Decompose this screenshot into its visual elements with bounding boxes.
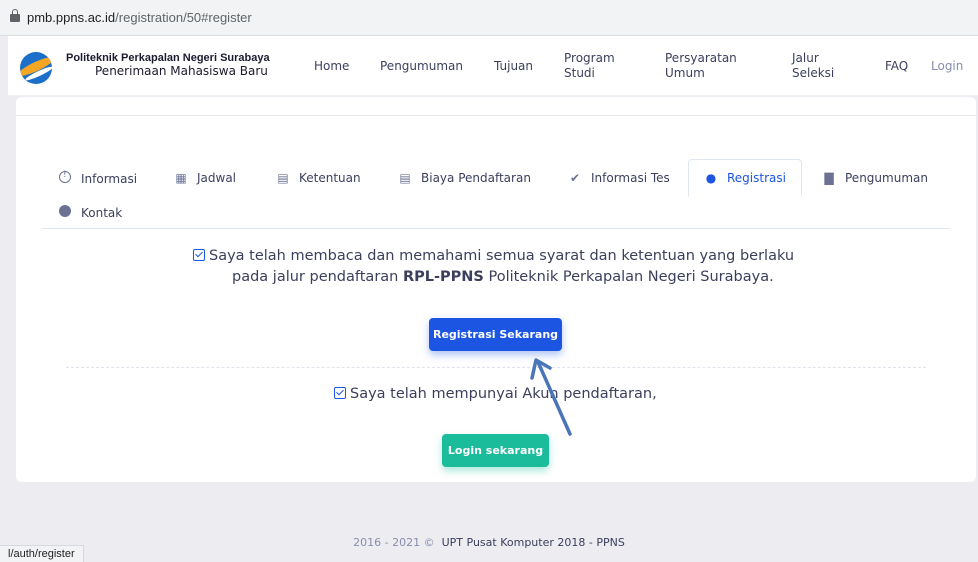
nav-persyaratan-umum[interactable]: Persyaratan Umum xyxy=(665,51,737,81)
document-icon: ▤ xyxy=(277,171,289,185)
divider xyxy=(16,115,976,116)
nav-pengumuman[interactable]: Pengumuman xyxy=(380,59,463,74)
nav-tujuan[interactable]: Tujuan xyxy=(494,59,533,74)
brand-title[interactable]: Politeknik Perkapalan Negeri Surabaya Pe… xyxy=(66,52,270,78)
calendar-icon: ▦ xyxy=(175,171,187,185)
tab-ketentuan[interactable]: ▤ Ketentuan xyxy=(276,171,360,185)
check-icon: ✔ xyxy=(569,171,581,185)
registrasi-sekarang-button[interactable]: Registrasi Sekarang xyxy=(429,318,562,351)
tab-kontak[interactable]: Kontak xyxy=(58,205,122,220)
info-circle-icon xyxy=(58,170,72,186)
terms-checkbox[interactable] xyxy=(193,249,205,261)
lock-icon xyxy=(10,9,20,23)
user-icon: ● xyxy=(705,171,717,185)
nav-faq[interactable]: FAQ xyxy=(885,59,908,74)
section-divider xyxy=(66,367,926,368)
browser-status-bar: l/auth/register xyxy=(0,545,84,562)
terms-statement: Saya telah membaca dan memahami semua sy… xyxy=(193,248,794,264)
nav-home[interactable]: Home xyxy=(314,59,349,74)
brand-title-line2: Penerimaan Mahasiswa Baru xyxy=(95,64,268,78)
account-statement: Saya telah mempunyai Akun pendaftaran, xyxy=(334,386,657,402)
ppns-logo[interactable] xyxy=(20,52,52,84)
receipt-icon: ▤ xyxy=(399,171,411,185)
account-checkbox[interactable] xyxy=(334,387,346,399)
nav-program-studi[interactable]: Program Studi xyxy=(564,51,615,81)
tabs-underline xyxy=(42,228,950,229)
nav-login[interactable]: Login xyxy=(931,59,963,74)
nav-jalur-seleksi[interactable]: Jalur Seleksi xyxy=(792,51,834,81)
login-sekarang-button[interactable]: Login sekarang xyxy=(442,434,549,467)
annotation-arrow-icon xyxy=(530,358,572,436)
browser-url-bar[interactable]: pmb.ppns.ac.id/registration/50#register xyxy=(0,0,978,36)
tab-pengumuman[interactable]: ▇ Pengumuman xyxy=(822,171,928,185)
site-header: Politeknik Perkapalan Negeri Surabaya Pe… xyxy=(8,36,978,96)
registration-card: Informasi ▦ Jadwal ▤ Ketentuan ▤ Biaya P… xyxy=(16,96,976,482)
tab-informasi-tes[interactable]: ✔ Informasi Tes xyxy=(568,171,670,185)
tab-jadwal[interactable]: ▦ Jadwal xyxy=(174,171,236,185)
brand-title-line1: Politeknik Perkapalan Negeri Surabaya xyxy=(66,52,270,64)
file-icon: ▇ xyxy=(824,171,834,185)
tab-registrasi[interactable]: ● Registrasi xyxy=(688,159,802,197)
url-text[interactable]: pmb.ppns.ac.id/registration/50#register xyxy=(27,10,252,25)
footer: 2016 - 2021 © UPT Pusat Komputer 2018 - … xyxy=(353,536,625,549)
tab-informasi[interactable]: Informasi xyxy=(58,170,137,186)
tab-biaya-pendaftaran[interactable]: ▤ Biaya Pendaftaran xyxy=(398,171,531,185)
terms-statement-line2: pada jalur pendaftaran RPL-PPNS Politekn… xyxy=(232,269,774,285)
phone-icon xyxy=(58,205,72,220)
